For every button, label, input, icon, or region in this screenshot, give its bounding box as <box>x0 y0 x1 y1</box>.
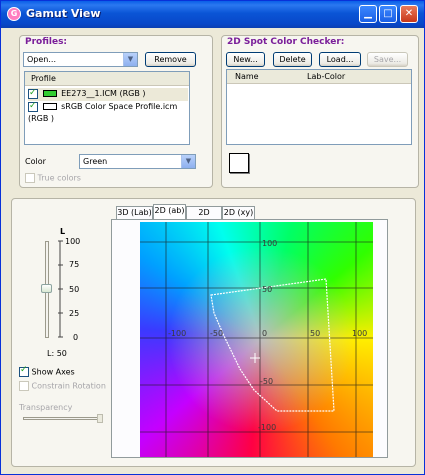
remove-button[interactable]: Remove <box>145 52 196 67</box>
constrain-rotation-checkbox[interactable] <box>19 381 29 391</box>
axis-tick-label: 100 <box>352 329 367 338</box>
lightness-tick-label: 75 <box>69 260 80 269</box>
axis-tick-label: -100 <box>168 329 186 338</box>
spot-checker-title: 2D Spot Color Checker: <box>227 37 345 47</box>
grid-lines <box>140 222 373 457</box>
profile-color-swatch <box>42 90 57 97</box>
axis-tick-label: 0 <box>262 329 267 338</box>
load-button[interactable]: Load... <box>319 52 361 67</box>
axis-tick-label: 50 <box>262 285 272 294</box>
app-logo-icon: G <box>7 7 21 21</box>
gamut-canvas[interactable]: 100 50 -100 -50 0 50 100 -50 -100 <box>140 222 373 457</box>
show-axes-option[interactable]: Show Axes <box>19 365 75 377</box>
tab-3d-lab[interactable]: 3D (Lab) <box>116 206 153 219</box>
spot-color-preview <box>229 153 249 173</box>
lab-color-column-header: Lab-Color <box>307 72 346 81</box>
profile-open-dropdown-value: Open... <box>27 55 56 64</box>
close-button[interactable]: ✕ <box>400 5 418 23</box>
color-dropdown[interactable]: Green ▼ <box>79 154 196 169</box>
minimize-button[interactable]: ▁ <box>359 5 377 23</box>
profile-list-header: Profile <box>25 72 189 86</box>
show-axes-checkbox[interactable] <box>19 365 29 377</box>
show-axes-label: Show Axes <box>31 367 75 377</box>
name-column-header: Name <box>235 72 259 81</box>
save-button[interactable]: Save... <box>367 52 408 67</box>
constrain-rotation-option[interactable]: Constrain Rotation <box>19 381 106 391</box>
spot-color-list[interactable]: Name Lab-Color <box>226 69 412 145</box>
profile-open-dropdown[interactable]: Open... ▼ <box>23 52 138 67</box>
color-dropdown-value: Green <box>83 157 108 166</box>
lightness-tick-label: 0 <box>73 333 79 342</box>
gamut-view-window: G Gamut View ▁ □ ✕ Profiles: Open... ▼ R… <box>0 0 425 475</box>
gamut-plot-svg: 100 50 -100 -50 0 50 100 -50 -100 <box>140 222 373 457</box>
center-marker <box>250 353 260 363</box>
lightness-tick-label: 25 <box>69 309 80 318</box>
true-colors-checkbox[interactable] <box>25 173 35 183</box>
profile-column-header: Profile <box>31 74 56 83</box>
lightness-tick-label: 100 <box>65 237 81 246</box>
axis-tick-label: 100 <box>262 239 277 248</box>
new-button[interactable]: New... <box>226 52 265 67</box>
lightness-tick-label: 50 <box>69 285 80 294</box>
profile-color-swatch <box>42 103 57 110</box>
profile-checkbox[interactable] <box>28 87 38 99</box>
lightness-value-label: L: 50 <box>47 349 67 358</box>
profiles-title: Profiles: <box>25 37 68 47</box>
axis-tick-label: -50 <box>260 377 273 386</box>
true-colors-label: True colors <box>37 173 81 183</box>
spot-color-list-header: Name Lab-Color <box>227 70 411 84</box>
axis-tick-label: -50 <box>210 329 223 338</box>
profile-list[interactable]: Profile EE273__1.ICM (RGB ) sRGB Color S… <box>24 71 190 145</box>
profile-checkbox[interactable] <box>28 100 38 112</box>
title-bar[interactable]: G Gamut View ▁ □ ✕ <box>1 1 424 28</box>
axis-tick-label: 50 <box>310 329 320 338</box>
tab-2d-uv[interactable]: 2D (u'v') <box>186 206 222 229</box>
profile-row[interactable]: sRGB Color Space Profile.icm (RGB ) <box>28 100 189 123</box>
axis-tick-label: -100 <box>258 423 276 432</box>
transparency-slider-thumb[interactable] <box>97 414 103 423</box>
window-title: Gamut View <box>26 7 101 20</box>
chevron-down-icon[interactable]: ▼ <box>123 53 137 66</box>
transparency-slider-track[interactable] <box>23 417 103 420</box>
tab-2d-xy[interactable]: 2D (xy) <box>222 206 255 219</box>
profile-name: EE273__1.ICM (RGB ) <box>61 89 146 98</box>
true-colors-option[interactable]: True colors <box>25 173 81 183</box>
tab-2d-ab[interactable]: 2D (ab) <box>153 204 186 220</box>
gamut-boundary <box>210 278 335 412</box>
profile-row[interactable]: EE273__1.ICM (RGB ) <box>28 87 188 101</box>
lightness-slider-thumb[interactable] <box>41 284 52 293</box>
delete-button[interactable]: Delete <box>273 52 312 67</box>
constrain-rotation-label: Constrain Rotation <box>31 381 106 391</box>
maximize-button[interactable]: □ <box>379 5 397 23</box>
chevron-down-icon[interactable]: ▼ <box>181 155 195 168</box>
lightness-axis-label: L <box>60 227 66 236</box>
color-label: Color <box>25 157 46 166</box>
transparency-label: Transparency <box>19 403 73 412</box>
